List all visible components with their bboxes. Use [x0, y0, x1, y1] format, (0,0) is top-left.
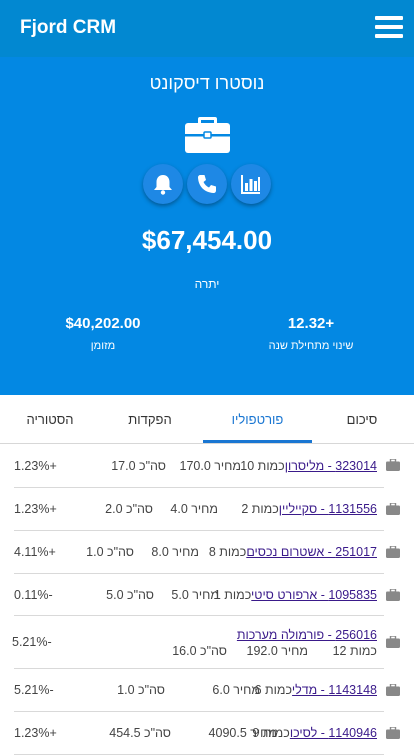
holding-price: מחיר 192.0: [246, 644, 309, 658]
holding-total: סה"כ 16.0: [172, 644, 227, 658]
holding-change: 0.11%-: [14, 588, 53, 602]
account-name: נוסטרו דיסקונט: [149, 73, 265, 93]
account-balance: $67,454.00: [141, 225, 273, 255]
list-item[interactable]: 1140946 - לסיכוכמות 9 מחיר 4090.5 סה"כ 4…: [14, 712, 384, 755]
holding-link[interactable]: 251017 - אשטרום נכסים: [246, 545, 377, 559]
holding-change: 4.11%+: [14, 545, 56, 559]
briefcase-icon: [386, 727, 400, 739]
list-item[interactable]: 1131556 - סקיילייןכמות 2 מחיר 4.0 סה"כ 2…: [14, 488, 384, 531]
holding-total: סה"כ 17.0: [111, 459, 166, 473]
holding-link[interactable]: 1131556 - סקייליין: [279, 502, 377, 516]
holding-link[interactable]: 1143148 - מדלי: [292, 683, 377, 697]
list-item[interactable]: 256016 - פורמולה מערכות כמות 12 מחיר 192…: [12, 616, 384, 669]
list-item[interactable]: 251017 - אשטרום נכסיםכמות 8 מחיר 8.0 סה"…: [14, 531, 384, 574]
app-title: Fjord CRM: [20, 17, 117, 38]
holding-total: סה"כ 454.5: [109, 726, 171, 740]
holding-change: 5.21%-: [14, 683, 54, 697]
holding-total: סה"כ 2.0: [105, 502, 153, 516]
holding-price: מחיר 4090.5: [208, 726, 277, 740]
list-item[interactable]: 323014 - מליסרוןכמות 10 מחיר 170.0 סה"כ …: [14, 444, 384, 488]
holding-total: סה"כ 5.0: [106, 588, 154, 602]
holding-quantity: כמות 12: [332, 644, 377, 658]
holding-quantity: כמות 2: [241, 502, 279, 516]
phone-icon: [198, 175, 216, 193]
bell-icon: [154, 175, 172, 195]
briefcase-icon: [386, 546, 400, 558]
holding-price: מחיר 4.0: [170, 502, 218, 516]
ytd-change-stat: 12.32+ שינוי מתחילת שנה: [231, 315, 391, 352]
holding-link[interactable]: 1140946 - לסיכו: [290, 726, 377, 740]
account-summary: נוסטרו דיסקונט $67,454.00 יתרה $40,202.0…: [0, 57, 414, 395]
tab-summary[interactable]: סיכום: [322, 395, 402, 444]
tab-portfolio[interactable]: פורטפוליו: [203, 395, 312, 444]
cash-stat: $40,202.00 מזומן: [23, 315, 183, 352]
holding-quantity: כמות 1: [213, 588, 252, 602]
holding-change: 1.23%+: [14, 459, 57, 473]
list-item[interactable]: 1143148 - מדליכמות 6 מחיר 6.0 סה"כ 1.0 5…: [14, 669, 384, 712]
holding-price: מחיר 6.0: [212, 683, 260, 697]
bar-chart-icon: [241, 175, 260, 194]
holding-price: מחיר 5.0: [171, 588, 219, 602]
holding-price: מחיר 170.0: [179, 459, 242, 473]
holding-quantity: כמות 10: [240, 459, 285, 473]
holding-price: מחיר 8.0: [151, 545, 199, 559]
cash-label: מזומן: [90, 340, 116, 352]
tab-bar: סיכום פורטפוליו הפקדות הסטוריה: [0, 395, 414, 444]
holding-change: 5.21%-: [12, 635, 52, 649]
hamburger-menu-icon[interactable]: [375, 16, 403, 42]
briefcase-icon: [386, 684, 400, 696]
holding-quantity: כמות 8: [208, 545, 247, 559]
holding-link[interactable]: 323014 - מליסרון: [285, 459, 377, 473]
balance-label: יתרה: [194, 277, 220, 291]
top-app-bar: Fjord CRM: [0, 0, 414, 57]
holding-total: סה"כ 1.0: [86, 545, 134, 559]
holding-change: 1.23%+: [14, 726, 57, 740]
briefcase-icon: [386, 503, 400, 515]
list-item[interactable]: 1095835 - ארפורט סיטיכמות 1 מחיר 5.0 סה"…: [14, 574, 384, 616]
cash-value: $40,202.00: [65, 315, 141, 332]
notifications-button[interactable]: [143, 164, 183, 204]
call-button[interactable]: [187, 164, 227, 204]
reports-button[interactable]: [231, 164, 271, 204]
briefcase-icon: [386, 589, 400, 601]
active-tab-indicator: [203, 440, 312, 443]
holding-change: 1.23%+: [14, 502, 57, 516]
holding-link[interactable]: 256016 - פורמולה מערכות: [237, 628, 377, 642]
holding-total: סה"כ 1.0: [117, 683, 165, 697]
ytd-change-value: 12.32+: [287, 315, 335, 332]
holding-quantity: כמות 6: [254, 683, 293, 697]
ytd-change-label: שינוי מתחילת שנה: [268, 340, 354, 352]
tab-history[interactable]: הסטוריה: [10, 395, 90, 444]
briefcase-icon: [386, 636, 400, 648]
briefcase-icon: [386, 459, 400, 471]
tab-deposits[interactable]: הפקדות: [110, 395, 190, 444]
briefcase-icon: [185, 117, 230, 153]
holding-link[interactable]: 1095835 - ארפורט סיטי: [251, 588, 377, 602]
